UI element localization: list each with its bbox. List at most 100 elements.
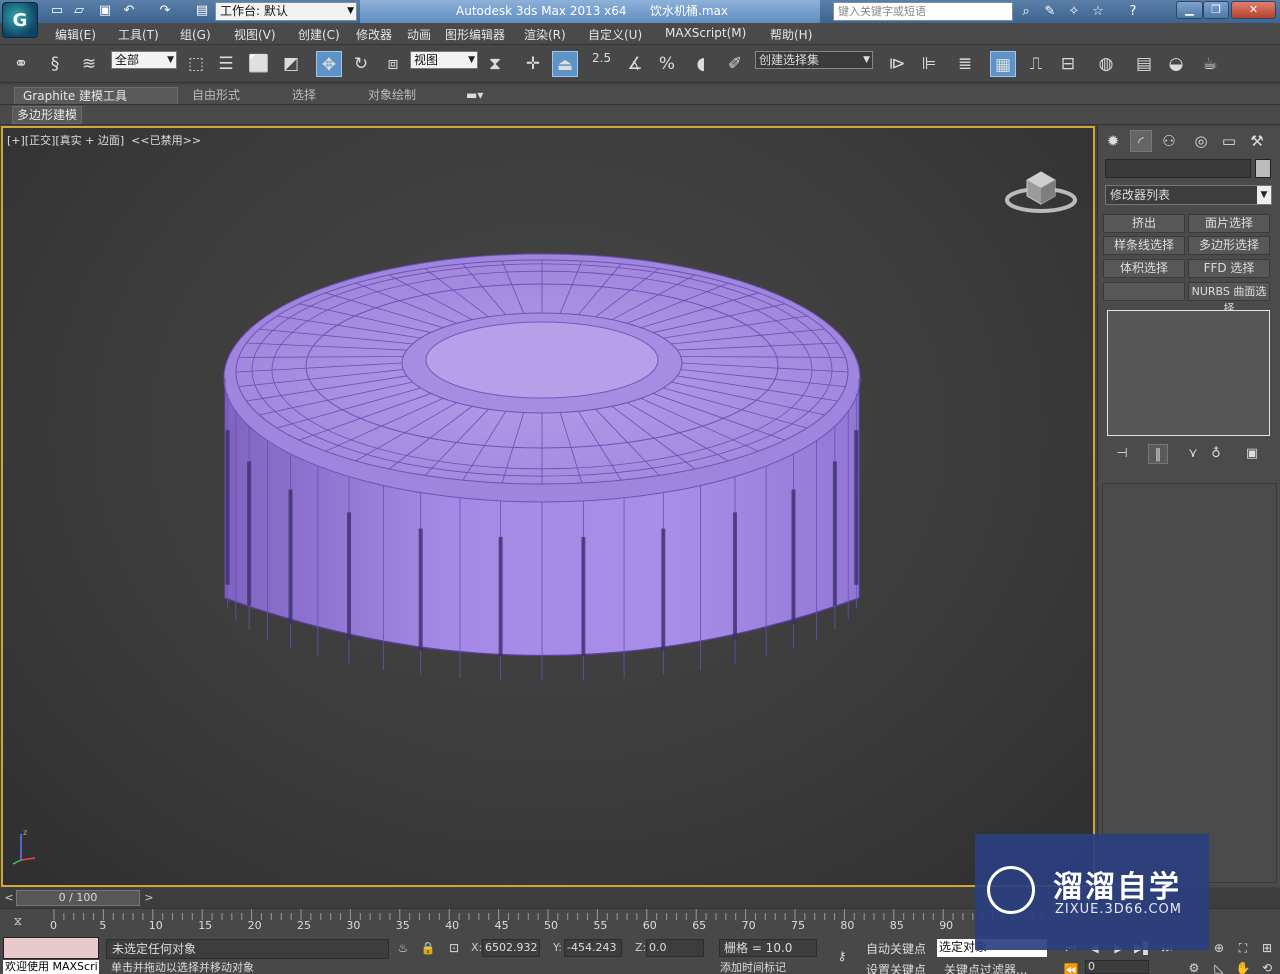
next-frame-icon[interactable]: > [142,890,156,906]
nurbs-surface-select-button[interactable]: NURBS 曲面选择 [1188,282,1270,315]
keyboard-shortcut-override-icon[interactable]: ⏏ [552,51,578,77]
minimize-button[interactable]: ▁ [1176,1,1203,19]
snap-toggle-label[interactable]: 2.5 [592,51,611,65]
configure-sets-icon[interactable]: ▣ [1242,444,1262,464]
menu-customize[interactable]: 自定义(U) [588,26,642,43]
bind-space-warp-icon[interactable]: ≋ [76,51,102,77]
menu-group[interactable]: 组(G) [180,26,211,43]
y-coord-field[interactable]: -454.243 [564,939,622,957]
menu-views[interactable]: 视图(V) [234,26,276,43]
viewcube-icon[interactable] [1003,162,1079,214]
zoom-all-icon[interactable]: ⊞ [1258,939,1276,957]
spinner-snap-icon[interactable]: ◖ [688,51,714,77]
ribbon-options-icon[interactable]: ▬▾ [458,87,491,104]
curve-editor-icon[interactable]: ⎍ [1023,51,1049,77]
pivot-center-icon[interactable]: ⧗ [482,51,508,77]
undo-icon[interactable]: ↶ [120,3,138,19]
menu-rendering[interactable]: 渲染(R) [524,26,566,43]
menu-help[interactable]: 帮助(H) [770,26,812,43]
tab-graphite-modeling[interactable]: Graphite 建模工具 [14,87,178,104]
make-unique-icon[interactable]: ⋎ [1183,444,1203,464]
select-manipulate-icon[interactable]: ✛ [520,51,546,77]
search-input[interactable]: 键入关键字或短语 [833,2,1013,21]
volume-select-button[interactable]: 体积选择 [1103,259,1185,278]
favorites-star-icon[interactable]: ☆ [1089,3,1107,20]
render-setup-icon[interactable]: ▤ [1131,51,1157,77]
menu-edit[interactable]: 编辑(E) [55,26,96,43]
key-filters-button[interactable]: 关键点过滤器... [944,961,1027,974]
poly-select-button[interactable]: 多边形选择 [1188,236,1270,255]
select-and-move-icon[interactable]: ✥ [316,51,342,77]
angle-snap-icon[interactable]: ∡ [622,51,648,77]
key-mode-icon[interactable]: ⏪ [1062,961,1080,974]
help-icon[interactable]: ? [1124,3,1142,20]
mirror-icon[interactable]: ⧐ [884,51,910,77]
align-icon[interactable]: ⊫ [916,51,942,77]
time-config-icon[interactable]: ⚙ [1185,959,1203,974]
menu-graph-editors[interactable]: 图形编辑器 [445,26,505,43]
hold-icon[interactable]: ▤ [193,3,211,19]
auto-key-button[interactable]: 自动关键点 [866,940,926,957]
close-button[interactable]: ✕ [1231,1,1276,19]
edit-named-selection-icon[interactable]: ✐ [722,51,748,77]
menu-tools[interactable]: 工具(T) [118,26,159,43]
patch-select-button[interactable]: 面片选择 [1188,214,1270,233]
select-object-icon[interactable]: ⬚ [183,51,209,77]
time-slider-thumb[interactable]: 0 / 100 [16,890,140,906]
rect-selection-icon[interactable]: ⬜ [246,51,272,77]
utilities-tab-hammer-icon[interactable]: ⚒ [1246,130,1268,152]
subscription-icon[interactable]: ✎ [1041,3,1059,20]
perspective-viewport[interactable]: [+][正交][真实 + 边面] <<已禁用>> z [1,126,1095,887]
rendered-frame-icon[interactable]: ◒ [1163,51,1189,77]
layer-manager-icon[interactable]: ≣ [952,51,978,77]
save-file-icon[interactable]: ▣ [96,3,114,19]
set-key-icon[interactable]: ⚷ [834,947,850,965]
absolute-transform-icon[interactable]: ⊡ [446,939,462,957]
tab-polygon-modeling[interactable]: 多边形建模 [12,106,83,124]
add-time-tag-button[interactable]: 添加时间标记 [715,961,835,974]
restore-button[interactable]: ❐ [1203,1,1229,19]
isolate-selection-icon[interactable]: ♨ [395,939,411,957]
set-key-button[interactable]: 设置关键点 [866,961,926,974]
motion-tab-icon[interactable]: ◎ [1190,130,1212,152]
create-tab-sun-icon[interactable]: ✹ [1102,130,1124,152]
unlink-icon[interactable]: § [42,51,68,77]
maxscript-listener-input[interactable] [3,937,99,959]
select-by-name-icon[interactable]: ☰ [213,51,239,77]
new-file-icon[interactable]: ▭ [48,3,66,19]
object-color-swatch[interactable] [1255,159,1271,178]
extrude-button[interactable]: 挤出 [1103,214,1185,233]
pan-icon[interactable]: ✋ [1234,959,1252,974]
open-mini-curve-editor-icon[interactable]: ⧖ [10,912,26,930]
spline-select-button[interactable]: 样条线选择 [1103,236,1185,255]
modifier-stack[interactable] [1107,310,1270,436]
render-teapot-icon[interactable]: ☕ [1197,51,1223,77]
tab-freeform[interactable]: 自由形式 [184,87,248,104]
lock-selection-icon[interactable]: 🔒 [420,939,436,957]
maxscript-output[interactable]: 欢迎使用 MAXScri [3,960,99,974]
menu-maxscript[interactable]: MAXScript(M) [665,26,746,40]
app-logo-button[interactable]: G [2,2,38,38]
remove-modifier-icon[interactable]: ♁ [1206,444,1226,464]
link-icon[interactable]: ⚭ [8,51,34,77]
orbit-icon[interactable]: ⟲ [1258,959,1276,974]
communication-icon[interactable]: ✧ [1065,3,1083,20]
tab-selection[interactable]: 选择 [284,87,324,104]
menu-modifiers[interactable]: 修改器 [356,26,392,43]
percent-snap-icon[interactable]: % [654,51,680,77]
reference-coord-select[interactable]: 视图 ▼ [410,51,478,69]
zoom-extents-icon[interactable]: ⛶ [1234,939,1252,957]
pin-stack-icon[interactable]: ⊣ [1112,444,1132,464]
prev-frame-icon[interactable]: < [2,890,16,906]
tab-object-paint[interactable]: 对象绘制 [360,87,424,104]
ffd-select-button[interactable]: FFD 选择 [1188,259,1270,278]
menu-animation[interactable]: 动画 [407,26,431,43]
named-selection-set-select[interactable]: 创建选择集 ▼ [755,51,873,69]
z-coord-field[interactable]: 0.0 [646,939,704,957]
current-frame-field[interactable]: 0 [1085,960,1149,974]
redo-icon[interactable]: ↷ [156,3,174,19]
selection-filter-select[interactable]: 全部 ▼ [111,51,177,69]
object-name-input[interactable] [1105,159,1251,178]
modify-tab-icon[interactable]: ◜ [1130,130,1152,152]
select-and-rotate-icon[interactable]: ↻ [348,51,374,77]
